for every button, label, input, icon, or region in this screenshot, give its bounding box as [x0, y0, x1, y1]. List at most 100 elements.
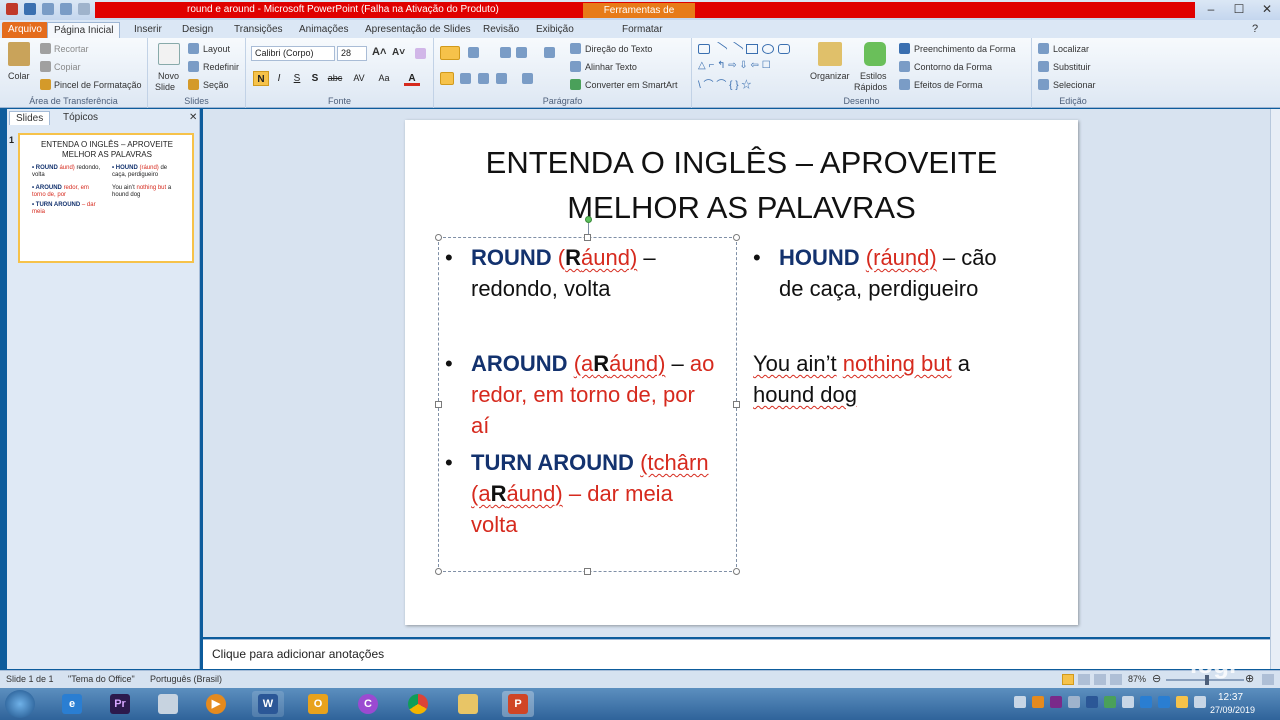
bold-button[interactable]: N	[253, 71, 269, 86]
shrink-font-icon[interactable]: A˅	[392, 47, 405, 58]
copy-button[interactable]: Copiar	[54, 62, 81, 72]
close-button[interactable]: ✕	[1256, 2, 1278, 18]
zoom-out-icon[interactable]: ⊖	[1152, 672, 1161, 685]
clear-formatting-icon[interactable]	[415, 48, 426, 59]
taskbar-app[interactable]: C	[352, 691, 384, 717]
tab-view[interactable]: Exibição	[530, 22, 580, 38]
taskbar-calculator[interactable]	[152, 691, 184, 717]
reset-icon[interactable]	[188, 61, 199, 72]
start-button-icon[interactable]	[5, 690, 35, 718]
arrange-button[interactable]: Organizar	[810, 71, 850, 81]
cut-button[interactable]: Recortar	[54, 44, 89, 54]
select-icon[interactable]	[1038, 79, 1049, 90]
close-panel-icon[interactable]: ✕	[183, 111, 203, 125]
taskbar-premiere[interactable]: Pr	[104, 691, 136, 717]
shape-line-icon[interactable]	[712, 41, 728, 57]
tab-file[interactable]: Arquivo	[2, 22, 48, 38]
zoom-in-icon[interactable]: ⊕	[1245, 672, 1254, 685]
replace-icon[interactable]	[1038, 61, 1049, 72]
text-direction-button[interactable]: Direção do Texto	[585, 44, 652, 54]
resize-handle[interactable]	[584, 568, 591, 575]
tray-icon-7[interactable]	[1176, 696, 1188, 708]
section-icon[interactable]	[188, 79, 199, 90]
paste-icon[interactable]	[8, 42, 30, 66]
undo-icon[interactable]	[42, 3, 54, 15]
font-color-icon[interactable]: A	[404, 71, 420, 86]
columns-icon[interactable]	[522, 73, 533, 84]
strikethrough-button[interactable]: abc	[325, 71, 345, 86]
taskbar-ie[interactable]: e	[56, 691, 88, 717]
align-text-button[interactable]: Alinhar Texto	[585, 62, 637, 72]
powerpoint-app-icon[interactable]	[6, 3, 18, 15]
paste-button[interactable]: Colar	[8, 71, 30, 81]
find-button[interactable]: Localizar	[1053, 44, 1089, 54]
taskbar-explorer[interactable]	[452, 691, 484, 717]
replace-button[interactable]: Substituir	[1053, 62, 1091, 72]
decrease-indent-icon[interactable]	[500, 47, 511, 58]
slide-thumbnail[interactable]: ENTENDA O INGLÊS – APROVEITE MELHOR AS P…	[18, 133, 194, 263]
shape-fill-icon[interactable]	[899, 43, 910, 54]
format-painter-button[interactable]: Pincel de Formatação	[54, 80, 142, 90]
align-right-icon[interactable]	[478, 73, 489, 84]
save-icon[interactable]	[24, 3, 36, 15]
shape-effects-icon[interactable]	[899, 79, 910, 90]
status-theme[interactable]: "Tema do Office"	[68, 674, 135, 684]
smartart-icon[interactable]	[570, 79, 581, 90]
taskbar-word[interactable]: W	[252, 691, 284, 717]
resize-handle[interactable]	[733, 234, 740, 241]
speaker-icon[interactable]	[1014, 696, 1026, 708]
layout-button[interactable]: Layout	[203, 44, 230, 54]
help-icon[interactable]: ?	[1246, 21, 1264, 37]
tab-transitions[interactable]: Transições	[228, 22, 289, 38]
bullets-icon[interactable]	[440, 46, 460, 60]
shape-rounded-rect-icon[interactable]	[778, 44, 790, 54]
shape-textbox-icon[interactable]	[698, 44, 710, 54]
taskbar-chrome[interactable]	[402, 691, 434, 717]
section-button[interactable]: Seção	[203, 80, 229, 90]
taskbar-media-player[interactable]: ▶	[200, 691, 232, 717]
tab-review[interactable]: Revisão	[477, 22, 525, 38]
smartart-button[interactable]: Converter em SmartArt	[585, 80, 678, 90]
shape-outline-button[interactable]: Contorno da Forma	[914, 62, 992, 72]
grow-font-icon[interactable]: A˄	[372, 46, 386, 58]
tray-icon-8[interactable]	[1194, 696, 1206, 708]
tab-outline[interactable]: Tópicos	[57, 111, 104, 125]
new-slide-icon[interactable]	[158, 43, 180, 65]
customize-quick-access-icon[interactable]	[78, 3, 90, 15]
vertical-scrollbar[interactable]	[1270, 109, 1280, 669]
align-left-icon[interactable]	[440, 72, 454, 85]
shadow-button[interactable]: S	[307, 71, 323, 86]
shape-outline-icon[interactable]	[899, 61, 910, 72]
resize-handle[interactable]	[435, 234, 442, 241]
new-slide-label[interactable]: Novo	[158, 71, 179, 81]
taskbar-outlook[interactable]: O	[302, 691, 334, 717]
arrange-icon[interactable]	[818, 42, 842, 66]
tray-icon-5[interactable]	[1140, 696, 1152, 708]
tray-icon-3[interactable]	[1104, 696, 1116, 708]
right-content-placeholder[interactable]: • HOUND (ráund) – cão de caça, perdiguei…	[753, 242, 1059, 410]
tray-icon-2[interactable]	[1068, 696, 1080, 708]
new-slide-label-2[interactable]: Slide	[155, 82, 175, 92]
font-name-combo[interactable]: Calibri (Corpo)	[251, 46, 335, 61]
tray-icon-1[interactable]	[1032, 696, 1044, 708]
increase-indent-icon[interactable]	[516, 47, 527, 58]
text-direction-icon[interactable]	[570, 43, 581, 54]
underline-button[interactable]: S	[289, 71, 305, 86]
tray-icon-4[interactable]	[1122, 696, 1134, 708]
shape-oval-icon[interactable]	[762, 44, 774, 54]
maximize-button[interactable]: ☐	[1228, 2, 1250, 18]
rotate-handle[interactable]	[585, 216, 592, 223]
quick-styles-icon[interactable]	[864, 42, 886, 66]
resize-handle[interactable]	[435, 401, 442, 408]
normal-view-icon[interactable]	[1062, 674, 1074, 685]
justify-icon[interactable]	[496, 73, 507, 84]
redo-icon[interactable]	[60, 3, 72, 15]
slideshow-view-icon[interactable]	[1110, 674, 1122, 685]
resize-handle[interactable]	[435, 568, 442, 575]
format-painter-icon[interactable]	[40, 79, 51, 90]
tab-insert[interactable]: Inserir	[128, 22, 168, 38]
select-button[interactable]: Selecionar	[1053, 80, 1096, 90]
layout-icon[interactable]	[188, 43, 199, 54]
tab-design[interactable]: Design	[176, 22, 219, 38]
find-icon[interactable]	[1038, 43, 1049, 54]
